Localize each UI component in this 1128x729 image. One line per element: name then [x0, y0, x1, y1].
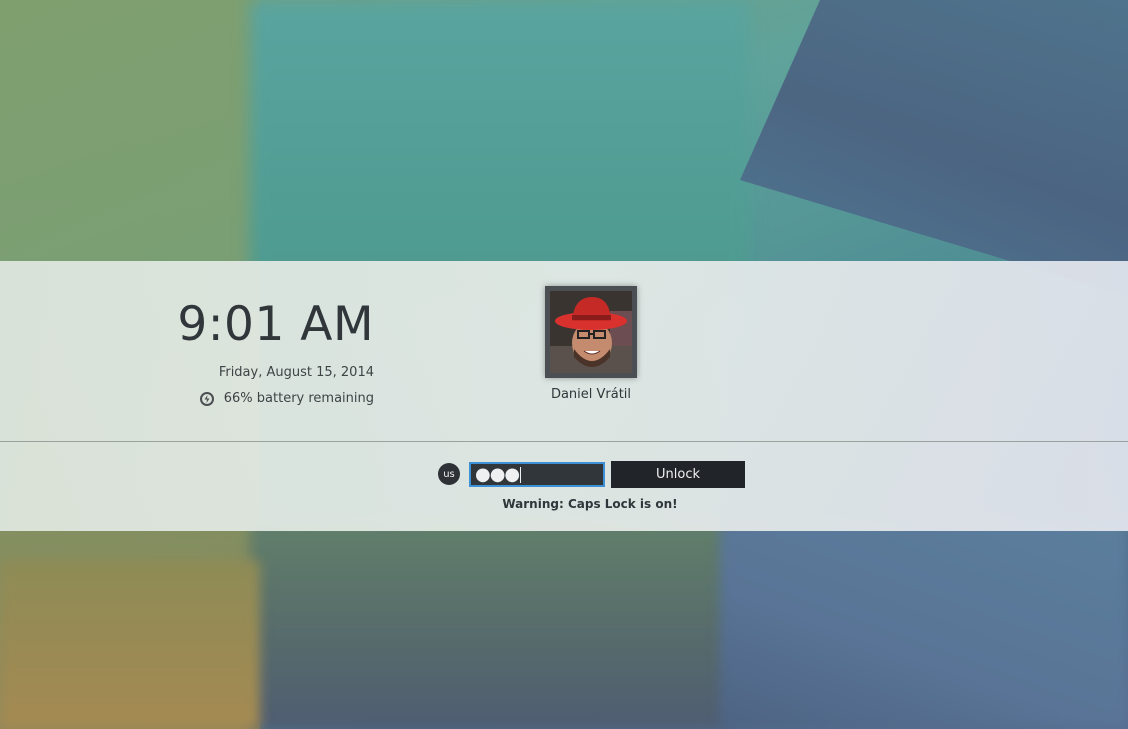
- password-field[interactable]: ●●●: [469, 462, 605, 487]
- clock-date: Friday, August 15, 2014: [218, 365, 374, 380]
- clock-time: 9:01 AM: [177, 297, 374, 352]
- wallpaper-shape: [740, 0, 1128, 300]
- caps-lock-warning: Warning: Caps Lock is on!: [502, 497, 678, 511]
- lockscreen-panel: 9:01 AM Friday, August 15, 2014 66% batt…: [0, 261, 1128, 531]
- wallpaper-shape: [720, 520, 1128, 729]
- wallpaper-shape: [0, 560, 260, 729]
- battery-text: 66% battery remaining: [223, 391, 374, 406]
- password-value: ●●●: [475, 464, 520, 485]
- battery-icon: [199, 391, 214, 406]
- user-avatar: [545, 286, 637, 378]
- wallpaper-shape: [250, 520, 730, 729]
- keyboard-layout-button[interactable]: us: [438, 463, 460, 485]
- unlock-button[interactable]: Unlock: [611, 461, 745, 488]
- text-caret: [520, 466, 522, 483]
- wallpaper-shape: [250, 0, 750, 300]
- battery-status: 66% battery remaining: [199, 391, 374, 406]
- panel-divider: [0, 441, 1128, 442]
- avatar-image: [550, 291, 632, 373]
- user-name: Daniel Vrátil: [550, 387, 632, 402]
